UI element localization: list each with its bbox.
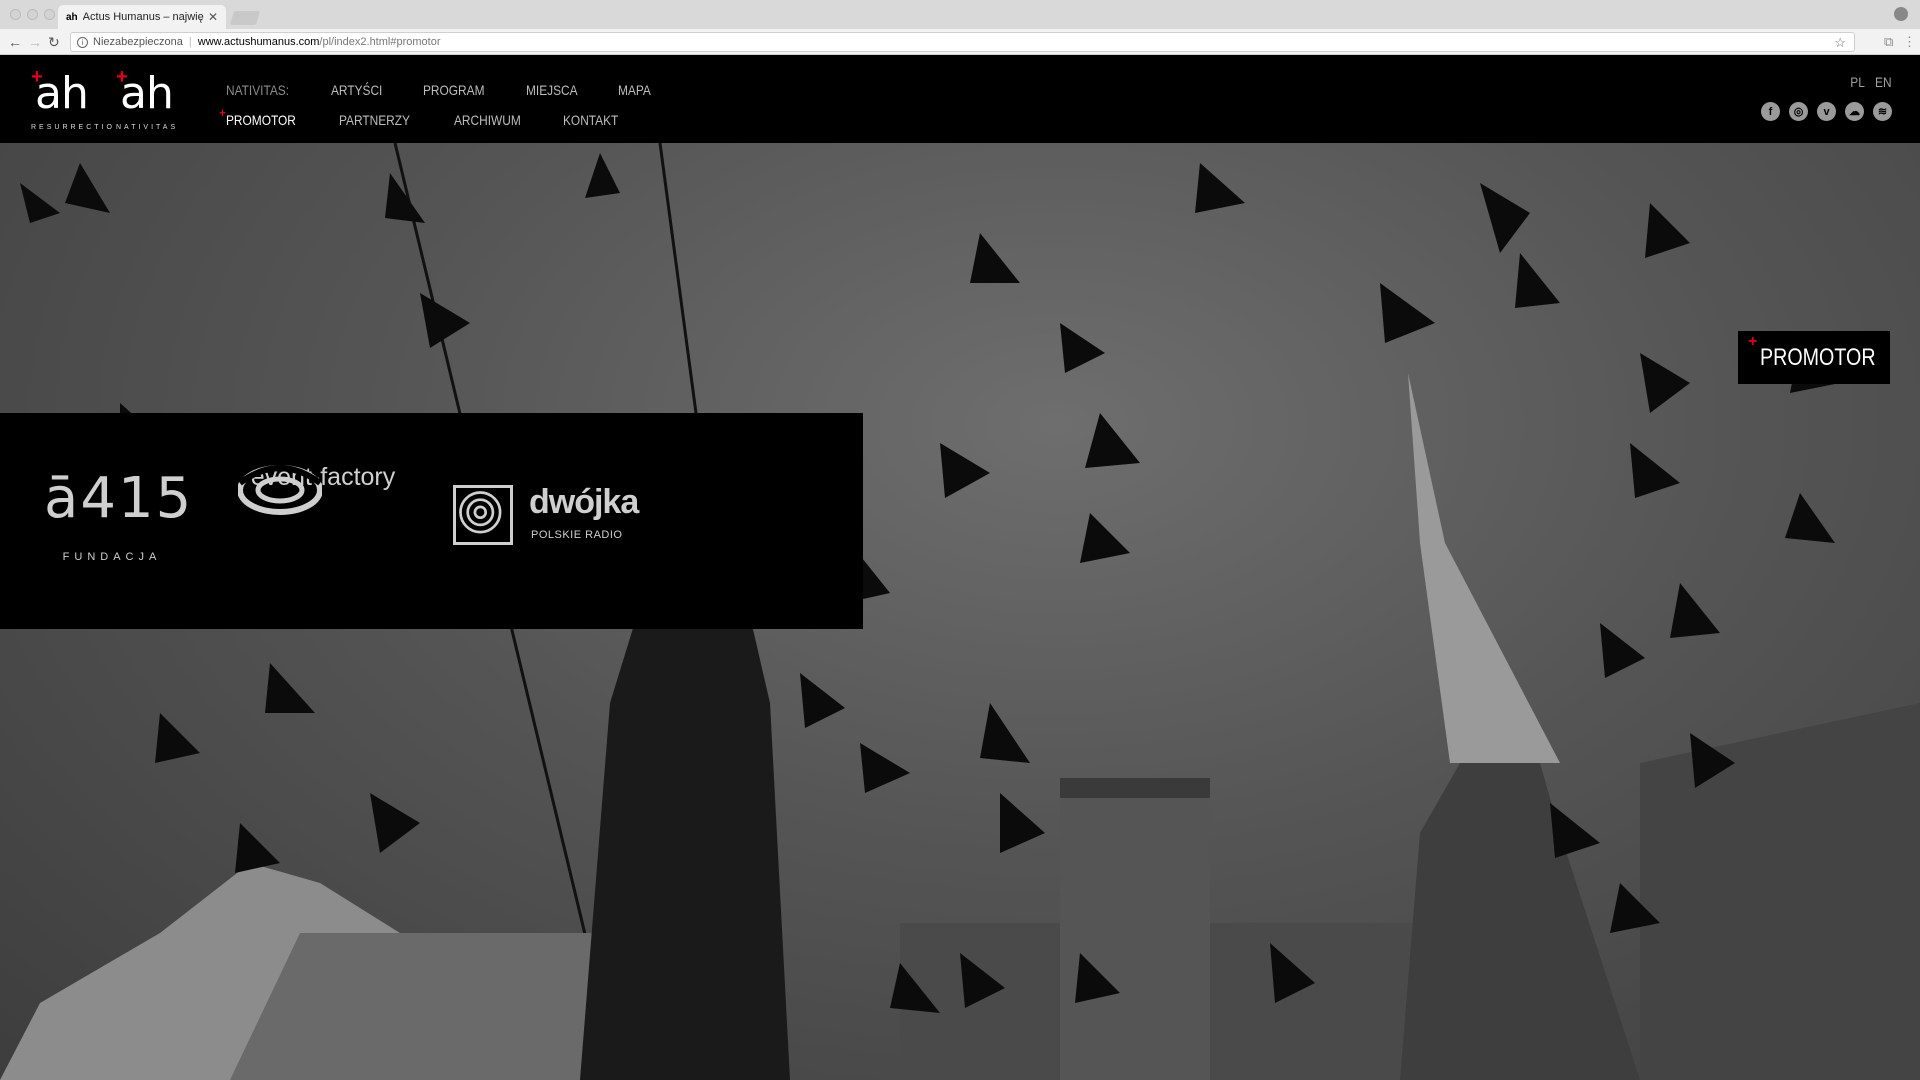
section-badge-promotor: + PROMOTOR (1738, 331, 1890, 384)
language-switcher: PL EN (1851, 74, 1892, 90)
lang-pl[interactable]: PL (1851, 74, 1866, 90)
nav-item-kontakt[interactable]: KONTAKT (563, 112, 618, 128)
reload-icon[interactable]: ↻ (48, 33, 60, 51)
nav-row-1: NATIVITAS: ARTYŚCI PROGRAM MIEJSCA MAPA (226, 75, 687, 105)
logo-nativitas[interactable]: + ah NATIVITAS (116, 67, 196, 135)
back-arrow-icon[interactable]: ← (8, 33, 22, 51)
forward-arrow-icon[interactable]: → (28, 33, 42, 51)
logo-subtitle: RESURRECTIO (31, 124, 115, 131)
browser-tabstrip: ah Actus Humanus – największy p ✕ (0, 0, 1920, 29)
address-separator: | (188, 36, 192, 48)
info-icon[interactable]: i (77, 36, 88, 48)
dwojka-target-icon (453, 485, 513, 545)
logo-mark: ah (120, 68, 174, 119)
site-header: + ah RESURRECTIO + ah NATIVITAS NATIVITA… (0, 55, 1920, 143)
tab-title: Actus Humanus – największy p (82, 11, 204, 23)
partner-dwojka-polskie-radio[interactable]: dwójka POLSKIE RADIO (453, 483, 639, 551)
dwojka-subtitle: POLSKIE RADIO (531, 529, 623, 541)
instagram-icon[interactable]: ◎ (1789, 102, 1808, 121)
nav-item-archiwum[interactable]: ARCHIWUM (454, 112, 521, 128)
profile-icon[interactable] (1894, 7, 1908, 21)
url-host: www.actushumanus.com (197, 36, 320, 48)
logo-mark: ah (35, 68, 89, 119)
dwojka-wordmark: dwójka (529, 483, 639, 521)
url-path: /pl/index2.html#promotor (319, 36, 441, 48)
extension-icon[interactable]: ⧉ (1884, 34, 1893, 50)
partner-event-factory[interactable]: event-factory (238, 463, 408, 515)
active-plus-icon: + (219, 105, 226, 120)
nav-item-program[interactable]: PROGRAM (423, 82, 484, 98)
browser-menu-icon[interactable]: ⋮ (1903, 34, 1916, 50)
security-label: Niezabezpieczona (93, 36, 183, 48)
lang-en[interactable]: EN (1875, 74, 1892, 90)
logo-resurrectio[interactable]: + ah RESURRECTIO (31, 67, 112, 135)
badge-plus-icon: + (1748, 333, 1758, 350)
nav-item-promotor-label: PROMOTOR (226, 112, 296, 128)
partners-panel: ā415 FUNDACJA event-factory dwójka POLSK… (0, 413, 863, 629)
social-links: f ◎ v ☁ ≋ (1761, 102, 1892, 121)
main-nav: NATIVITAS: ARTYŚCI PROGRAM MIEJSCA MAPA … (219, 75, 687, 135)
hero-photo: ā415 FUNDACJA event-factory dwójka POLSK… (0, 143, 1920, 1080)
a415-logo: ā415 (44, 466, 194, 531)
browser-tab[interactable]: ah Actus Humanus – największy p ✕ (58, 5, 226, 29)
window-close-button[interactable] (10, 9, 21, 20)
facebook-icon[interactable]: f (1761, 102, 1780, 121)
nav-item-partnerzy[interactable]: PARTNERZY (339, 112, 410, 128)
tab-close-icon[interactable]: ✕ (208, 10, 218, 24)
nav-item-promotor[interactable]: + PROMOTOR (219, 105, 296, 128)
soundcloud-icon[interactable]: ☁ (1845, 102, 1864, 121)
browser-toolbar: ← → ↻ i Niezabezpieczona | www.actushuma… (0, 29, 1920, 55)
spotify-icon[interactable]: ≋ (1873, 102, 1892, 121)
a415-label: FUNDACJA (62, 551, 162, 563)
vimeo-icon[interactable]: v (1817, 102, 1836, 121)
nav-item-nativitas: NATIVITAS: (226, 82, 290, 98)
nav-item-miejsca[interactable]: MIEJSCA (526, 82, 578, 98)
window-minimize-button[interactable] (27, 9, 38, 20)
tab-favicon: ah (66, 11, 78, 23)
nav-item-artysci[interactable]: ARTYŚCI (331, 82, 382, 98)
event-factory-swirl-icon (238, 465, 322, 515)
partner-a415-fundacja[interactable]: ā415 FUNDACJA (44, 466, 194, 564)
address-bar[interactable]: i Niezabezpieczona | www.actushumanus.co… (70, 32, 1855, 52)
bookmark-star-icon[interactable]: ☆ (1834, 35, 1846, 51)
window-zoom-button[interactable] (44, 9, 55, 20)
logo-subtitle: NATIVITAS (116, 124, 179, 131)
nav-item-mapa[interactable]: MAPA (618, 82, 651, 98)
nav-row-2: + PROMOTOR PARTNERZY ARCHIWUM KONTAKT (219, 105, 687, 135)
section-title: PROMOTOR (1760, 344, 1876, 371)
new-tab-button[interactable] (230, 11, 260, 25)
